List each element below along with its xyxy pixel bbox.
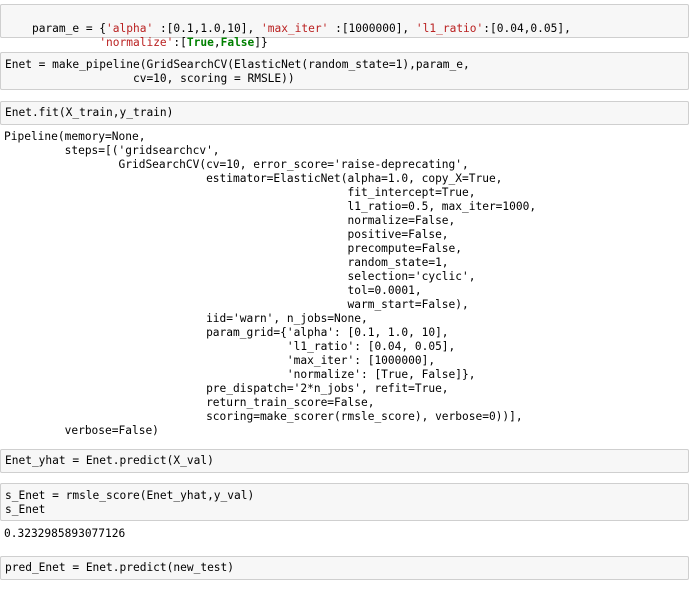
output-line: precompute=False, (4, 242, 463, 255)
output-line: Pipeline(memory=None, (4, 130, 146, 143)
output-line: GridSearchCV(cv=10, error_score='raise-d… (4, 158, 469, 171)
output-line: return_train_score=False, (4, 396, 375, 409)
code-line: param_e = {'alpha' :[0.1,1.0,10], 'max_i… (31, 22, 571, 35)
output-line: estimator=ElasticNet(alpha=1.0, copy_X=T… (4, 172, 503, 185)
code-cell-predict-val[interactable]: Enet_yhat = Enet.predict(X_val) (0, 449, 689, 473)
output-line: 'l1_ratio': [0.04, 0.05], (4, 340, 456, 353)
output-line: tol=0.0001, (4, 284, 422, 297)
output-line: l1_ratio=0.5, max_iter=1000, (4, 200, 537, 213)
code-cell-rmsle-score[interactable]: s_Enet = rmsle_score(Enet_yhat,y_val) s_… (0, 483, 689, 521)
output-line: steps=[('gridsearchcv', (4, 144, 220, 157)
output-score: 0.3232985893077126 (4, 527, 689, 541)
code-cell-predict-test[interactable]: pred_Enet = Enet.predict(new_test) (0, 556, 689, 580)
code-line: pred_Enet = Enet.predict(new_test) (5, 561, 235, 574)
output-line: selection='cyclic', (4, 270, 476, 283)
code-cell-param-grid[interactable]: param_e = {'alpha' :[0.1,1.0,10], 'max_i… (0, 4, 689, 49)
code-line: Enet.fit(X_train,y_train) (5, 106, 174, 119)
output-line: iid='warn', n_jobs=None, (4, 312, 368, 325)
output-line: normalize=False, (4, 214, 456, 227)
output-line: scoring=make_scorer(rmsle_score), verbos… (4, 410, 523, 423)
output-line: pre_dispatch='2*n_jobs', refit=True, (4, 382, 449, 395)
code-line: s_Enet (5, 503, 46, 516)
code-cell-fit[interactable]: Enet.fit(X_train,y_train) (0, 101, 689, 125)
output-line: 0.3232985893077126 (4, 527, 126, 540)
output-line: verbose=False) (4, 424, 159, 437)
output-line: random_state=1, (4, 256, 449, 269)
code-line: s_Enet = rmsle_score(Enet_yhat,y_val) (5, 489, 255, 502)
code-line: cv=10, scoring = RMSLE)) (5, 72, 295, 85)
output-line: 'max_iter': [1000000], (4, 354, 436, 367)
code-line: Enet = make_pipeline(GridSearchCV(Elasti… (5, 58, 470, 71)
output-line: positive=False, (4, 228, 449, 241)
code-line: Enet_yhat = Enet.predict(X_val) (5, 454, 214, 467)
output-line: fit_intercept=True, (4, 186, 476, 199)
code-cell-make-pipeline[interactable]: Enet = make_pipeline(GridSearchCV(Elasti… (0, 52, 689, 90)
output-pipeline-repr: Pipeline(memory=None, steps=[('gridsearc… (4, 130, 689, 438)
output-line: param_grid={'alpha': [0.1, 1.0, 10], (4, 326, 449, 339)
output-line: warm_start=False), (4, 298, 469, 311)
output-line: 'normalize': [True, False]}, (4, 368, 476, 381)
